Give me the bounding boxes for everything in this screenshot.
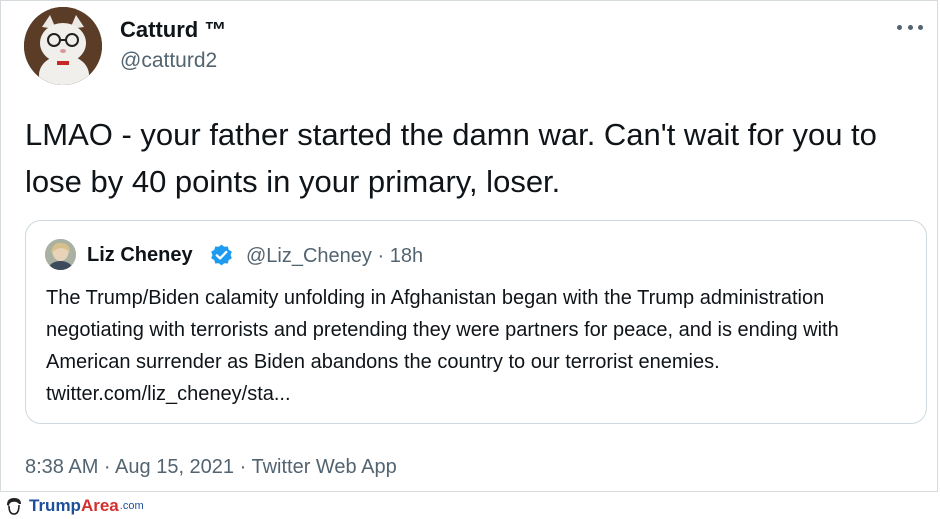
author-display-name[interactable]: Catturd ™ [120,17,226,43]
quoted-author-handle-time[interactable]: @Liz_Cheney · 18h [246,245,423,268]
tweet-timestamp[interactable]: 8:38 AM · Aug 15, 2021 · Twitter Web App [25,456,397,479]
author-handle[interactable]: @catturd2 [120,49,217,73]
cat-avatar-image [24,7,102,85]
site-watermark: Trump Area .com [4,495,144,517]
watermark-area-text: Area [80,496,119,515]
watermark-com-text: .com [119,500,144,512]
more-dot [918,24,923,30]
more-dot [907,24,913,30]
trump-head-logo-icon [7,498,21,515]
tweet-card: Catturd ™ @catturd2 LMAO - your father s… [0,0,938,492]
quoted-tweet-text: The Trump/Biden calamity unfolding in Af… [46,287,839,405]
watermark-trump-text: Trump [29,496,81,515]
person-avatar-image [45,239,76,270]
tweet-text: LMAO - your father started the damn war.… [25,117,877,199]
quoted-tweet[interactable]: Liz Cheney @Liz_Cheney · 18h The Trump/B… [25,220,927,424]
more-options-icon[interactable] [897,19,923,35]
quoted-author-avatar[interactable] [45,239,76,270]
more-dot [897,24,902,30]
verified-badge-icon [211,244,232,266]
author-avatar[interactable] [24,7,102,85]
quoted-author-name[interactable]: Liz Cheney [87,244,193,267]
